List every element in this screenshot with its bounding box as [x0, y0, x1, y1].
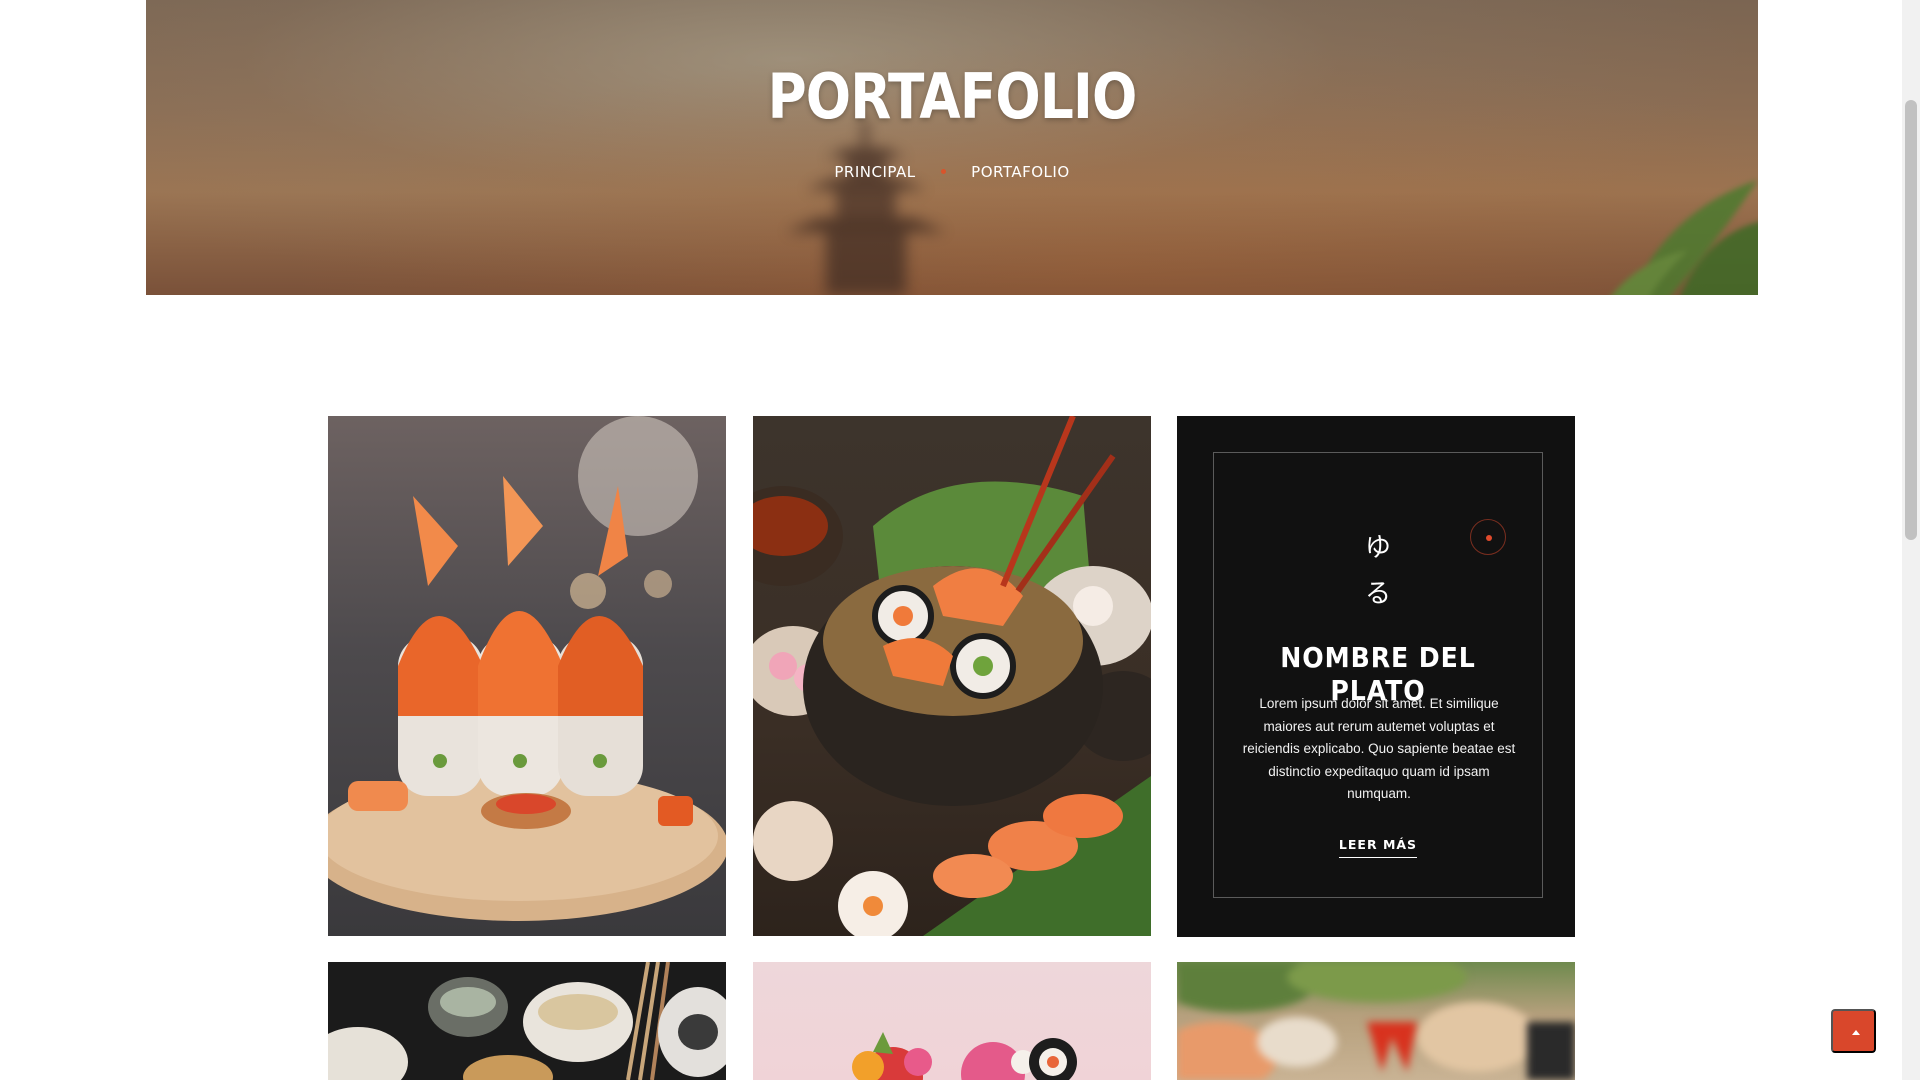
breadcrumb: PRINCIPAL PORTAFOLIO: [146, 162, 1758, 181]
sushi-bowl-photo: [753, 416, 1151, 936]
hero-background-warm: [146, 0, 1758, 295]
page-title: PORTAFOLIO: [767, 60, 1138, 133]
chevron-up-icon: [1852, 1030, 1860, 1035]
read-more-link[interactable]: LEER MÁS: [1338, 837, 1418, 858]
dish-description: Lorem ipsum dolor sit amet. Et similique…: [1242, 696, 1516, 801]
read-more-link-wrapper: LEER MÁS: [1214, 837, 1542, 858]
page-scrollbar-thumb[interactable]: [1905, 100, 1917, 540]
portfolio-item-1[interactable]: [328, 416, 726, 936]
portfolio-item-6[interactable]: [1177, 962, 1575, 1080]
breadcrumb-current: PORTAFOLIO: [971, 162, 1070, 181]
noodle-set-photo: [328, 962, 726, 1080]
breadcrumb-separator-dot: [940, 169, 946, 174]
back-to-top-button[interactable]: [1831, 1009, 1876, 1053]
flower-sushi-photo: [852, 1032, 1077, 1080]
red-dot-icon: [1470, 519, 1506, 555]
portfolio-item-4[interactable]: [328, 962, 726, 1080]
sushi-platter-photo: [1177, 962, 1575, 1080]
kanji-bottom: る: [1364, 579, 1391, 609]
pagoda-silhouette: [786, 120, 946, 295]
portfolio-item-5[interactable]: [753, 962, 1151, 1080]
info-card-frame: ゆ る NOMBRE DEL PLATO Lorem ipsum dolor s…: [1213, 452, 1543, 898]
portfolio-item-3-info: ゆ る NOMBRE DEL PLATO Lorem ipsum dolor s…: [1177, 416, 1575, 937]
salmon-sushi-photo: [328, 416, 726, 921]
breadcrumb-home-link[interactable]: PRINCIPAL: [834, 163, 915, 181]
portfolio-item-2[interactable]: [753, 416, 1151, 936]
page-hero-banner: PORTAFOLIO PRINCIPAL PORTAFOLIO: [146, 0, 1758, 295]
